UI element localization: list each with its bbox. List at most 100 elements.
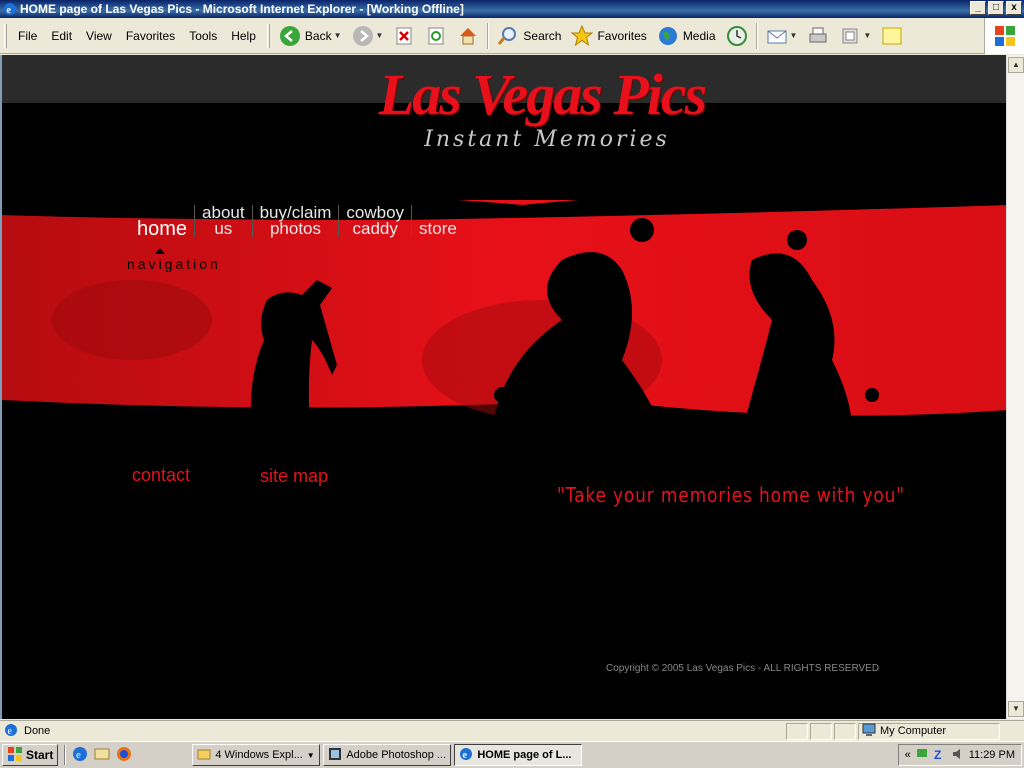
close-button[interactable]: x <box>1006 1 1022 15</box>
favorites-button[interactable]: Favorites <box>566 22 651 50</box>
stop-button[interactable] <box>388 22 420 50</box>
window-titlebar[interactable]: e HOME page of Las Vegas Pics - Microsof… <box>0 0 1024 18</box>
nav-caption: navigation <box>127 256 221 272</box>
search-button[interactable]: Search <box>492 22 566 50</box>
quicklaunch-desktop-icon[interactable] <box>94 746 110 765</box>
tray-zone-icon[interactable]: Z <box>933 747 947 764</box>
task-group-dropdown-icon[interactable]: ▼ <box>307 751 315 760</box>
browser-toolbar: File Edit View Favorites Tools Help Back… <box>0 18 1024 54</box>
media-button[interactable]: Media <box>652 22 721 50</box>
site-map-link[interactable]: site map <box>260 466 328 487</box>
tray-clock[interactable]: 11:29 PM <box>969 749 1015 761</box>
globe-icon <box>657 25 679 47</box>
task-label-explorer: 4 Windows Expl... <box>215 749 303 761</box>
media-label: Media <box>682 28 716 43</box>
contact-link[interactable]: contact <box>132 465 190 486</box>
back-dropdown-icon[interactable]: ▼ <box>334 31 342 40</box>
nav-indicator-arrow <box>155 248 165 254</box>
svg-text:Z: Z <box>934 748 941 761</box>
note-icon <box>881 25 903 47</box>
start-label: Start <box>26 748 54 762</box>
nav-store[interactable]: store <box>412 205 464 237</box>
start-button[interactable]: Start <box>2 744 59 766</box>
forward-button[interactable]: ▼ <box>347 22 389 50</box>
task-label-photoshop: Adobe Photoshop ... <box>346 749 447 761</box>
site-subtitle: Instant Memories <box>424 127 670 152</box>
quicklaunch-ie-icon[interactable]: e <box>72 746 88 765</box>
stop-icon <box>393 25 415 47</box>
forward-arrow-icon <box>352 25 374 47</box>
site-logo-title[interactable]: Las Vegas Pics <box>2 61 1006 128</box>
tray-volume-icon[interactable] <box>951 747 965 764</box>
task-ie-icon: e <box>459 747 473 764</box>
folder-icon <box>197 747 211 764</box>
nav-cowboy-line2: caddy <box>352 219 398 238</box>
status-bar: e Done My Computer <box>0 720 1024 741</box>
page-done-icon: e <box>4 723 18 740</box>
status-cell-3 <box>834 722 856 740</box>
svg-text:e: e <box>76 749 81 761</box>
svg-text:e: e <box>8 726 13 737</box>
search-icon <box>497 25 519 47</box>
system-tray: « Z 11:29 PM <box>897 744 1022 766</box>
forward-dropdown-icon[interactable]: ▼ <box>376 31 384 40</box>
task-windows-explorer[interactable]: 4 Windows Expl... ▼ <box>192 744 321 766</box>
print-button[interactable] <box>802 22 834 50</box>
back-button[interactable]: Back ▼ <box>274 22 347 50</box>
window-title: HOME page of Las Vegas Pics - Microsoft … <box>20 2 464 16</box>
task-internet-explorer[interactable]: e HOME page of L... <box>454 744 583 766</box>
page-viewport: Las Vegas Pics Instant Memories home abo… <box>0 55 1006 719</box>
toolbar-grip[interactable] <box>4 23 7 48</box>
maximize-button[interactable]: □ <box>988 1 1004 15</box>
quicklaunch-firefox-icon[interactable] <box>116 746 132 765</box>
status-cell-1 <box>786 722 808 740</box>
edit-button[interactable]: ▼ <box>834 22 876 50</box>
minimize-button[interactable]: _ <box>970 1 986 15</box>
toolbar-separator <box>487 22 490 49</box>
nav-about-line2: us <box>214 219 233 238</box>
nav-buy-claim-photos[interactable]: buy/claim photos <box>253 204 340 237</box>
mail-icon <box>766 25 788 47</box>
status-text: Done <box>24 725 51 737</box>
windows-logo-icon <box>984 18 1024 54</box>
menu-edit[interactable]: Edit <box>44 29 79 43</box>
scroll-down-icon[interactable]: ▼ <box>1008 701 1024 717</box>
history-button[interactable] <box>721 22 753 50</box>
photoshop-icon <box>328 747 342 764</box>
tray-expand-icon[interactable]: « <box>905 749 911 761</box>
menu-help[interactable]: Help <box>224 29 263 43</box>
menu-file[interactable]: File <box>11 29 44 43</box>
task-photoshop[interactable]: Adobe Photoshop ... <box>323 744 452 766</box>
edit-page-icon <box>839 25 861 47</box>
messenger-button[interactable] <box>876 22 908 50</box>
svg-text:e: e <box>463 750 468 761</box>
home-icon <box>457 25 479 47</box>
windows-flag-icon <box>7 746 23 765</box>
mail-button[interactable]: ▼ <box>761 22 803 50</box>
tray-network-icon[interactable] <box>915 747 929 764</box>
scroll-up-icon[interactable]: ▲ <box>1008 57 1024 73</box>
toolbar-grip-2[interactable] <box>266 23 270 48</box>
menu-favorites[interactable]: Favorites <box>119 29 182 43</box>
ie-icon: e <box>4 3 16 16</box>
menu-tools[interactable]: Tools <box>182 29 224 43</box>
refresh-button[interactable] <box>420 22 452 50</box>
nav-cowboy-caddy[interactable]: cowboy caddy <box>339 204 413 238</box>
security-zone: My Computer <box>858 722 1000 740</box>
taskbar: Start e 4 Windows Expl... ▼ Adobe Photos… <box>0 741 1024 768</box>
tagline: "Take your memories home with you" <box>557 483 905 507</box>
back-label: Back <box>304 28 332 43</box>
mail-dropdown-icon[interactable]: ▼ <box>790 31 798 40</box>
star-icon <box>571 24 594 47</box>
edit-dropdown-icon[interactable]: ▼ <box>863 31 871 40</box>
home-button[interactable] <box>452 22 484 50</box>
copyright-text: Copyright © 2005 Las Vegas Pics - ALL RI… <box>606 663 880 674</box>
menu-view[interactable]: View <box>79 29 119 43</box>
search-label: Search <box>523 28 562 43</box>
nav-home[interactable]: home <box>130 205 196 239</box>
nav-about-us[interactable]: about us <box>195 204 253 238</box>
vertical-scrollbar[interactable]: ▲ ▼ <box>1006 55 1024 719</box>
refresh-icon <box>425 25 447 47</box>
svg-text:e: e <box>7 5 12 16</box>
taskbar-separator <box>64 745 67 765</box>
